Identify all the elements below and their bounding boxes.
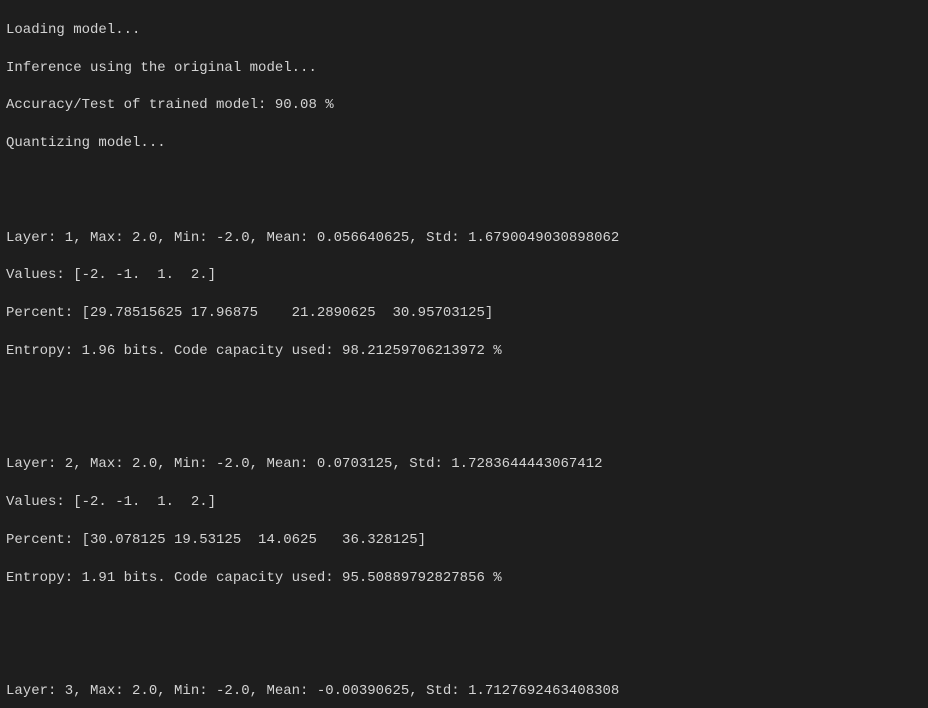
layer-block-3: Layer: 3, Max: 2.0, Min: -2.0, Mean: -0.… <box>6 663 922 708</box>
terminal-output: Loading model... Inference using the ori… <box>0 0 928 708</box>
layer-1-stats: Layer: 1, Max: 2.0, Min: -2.0, Mean: 0.0… <box>6 229 922 248</box>
line-accuracy-orig: Accuracy/Test of trained model: 90.08 % <box>6 96 922 115</box>
layer-block-1: Layer: 1, Max: 2.0, Min: -2.0, Mean: 0.0… <box>6 210 922 380</box>
layer-1-entropy: Entropy: 1.96 bits. Code capacity used: … <box>6 342 922 361</box>
layer-1-values: Values: [-2. -1. 1. 2.] <box>6 266 922 285</box>
line-loading: Loading model... <box>6 21 922 40</box>
line-quantizing: Quantizing model... <box>6 134 922 153</box>
layer-3-stats: Layer: 3, Max: 2.0, Min: -2.0, Mean: -0.… <box>6 682 922 701</box>
layer-1-percent: Percent: [29.78515625 17.96875 21.289062… <box>6 304 922 323</box>
layer-2-values: Values: [-2. -1. 1. 2.] <box>6 493 922 512</box>
layer-2-percent: Percent: [30.078125 19.53125 14.0625 36.… <box>6 531 922 550</box>
line-inference-orig: Inference using the original model... <box>6 59 922 78</box>
layer-2-entropy: Entropy: 1.91 bits. Code capacity used: … <box>6 569 922 588</box>
layer-2-stats: Layer: 2, Max: 2.0, Min: -2.0, Mean: 0.0… <box>6 455 922 474</box>
layer-block-2: Layer: 2, Max: 2.0, Min: -2.0, Mean: 0.0… <box>6 436 922 606</box>
